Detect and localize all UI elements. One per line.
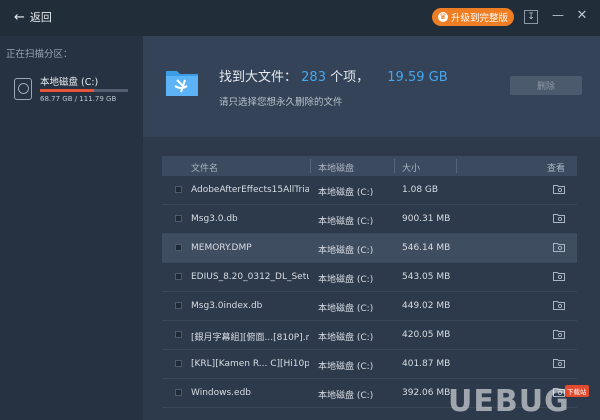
open-folder-icon[interactable]	[553, 271, 565, 281]
watermark-text: UEBUG	[448, 384, 570, 419]
back-button[interactable]: ← 返回	[14, 9, 52, 25]
upgrade-button[interactable]: ♛ 升级到完整版	[432, 8, 514, 26]
table-body: AdobeAfterEffects15AllTrial.zip 本地磁盘 (C:)…	[162, 176, 577, 408]
row-file-name: Msg3.0index.db	[191, 301, 263, 311]
row-size: 1.08 GB	[402, 185, 439, 195]
row-disk: 本地磁盘 (C:)	[318, 275, 374, 285]
found-total-size: 19.59 GB	[387, 70, 448, 85]
row-size: 900.31 MB	[402, 214, 451, 224]
header-file-name[interactable]: 文件名	[191, 161, 218, 174]
drive-name: 本地磁盘 (C:)	[40, 77, 99, 88]
open-folder-icon[interactable]	[553, 358, 565, 368]
header-view: 查看	[547, 164, 566, 174]
open-folder-icon[interactable]	[553, 242, 565, 252]
row-disk: 本地磁盘 (C:)	[318, 304, 374, 314]
upgrade-label: 升级到完整版	[450, 13, 508, 24]
row-file-name: Msg3.0.db	[191, 214, 238, 224]
arrow-left-icon: ←	[14, 9, 25, 25]
row-size: 543.05 MB	[402, 272, 451, 282]
scan-summary: 找到大文件： 283 个项， 19.59 GB 请只选择您想永久删除的文件 删除	[143, 36, 600, 137]
row-disk: 本地磁盘 (C:)	[318, 333, 374, 343]
table-row[interactable]: Msg3.0index.db 本地磁盘 (C:) 449.02 MB	[162, 292, 577, 321]
table-row[interactable]: Msg3.0.db 本地磁盘 (C:) 900.31 MB	[162, 205, 577, 234]
table-header: 文件名 本地磁盘 大小 查看	[162, 156, 577, 176]
row-disk: 本地磁盘 (C:)	[318, 391, 374, 401]
row-size: 401.87 MB	[402, 359, 451, 369]
table-row[interactable]: MEMORY.DMP 本地磁盘 (C:) 546.14 MB	[162, 234, 577, 263]
row-file-name: EDIUS_8.20_0312_DL_Setup.exe	[191, 272, 309, 282]
header-size[interactable]: 大小	[402, 161, 420, 174]
title-bar: ← 返回 ♛ 升级到完整版 ↧ — ✕	[0, 0, 600, 36]
row-size: 546.14 MB	[402, 243, 451, 253]
drive-usage-text: 68.77 GB / 111.79 GB	[40, 95, 117, 103]
row-disk: 本地磁盘 (C:)	[318, 217, 374, 227]
row-checkbox[interactable]	[175, 186, 182, 193]
found-prefix: 找到大文件：	[219, 70, 298, 85]
header-divider	[456, 159, 457, 173]
row-checkbox[interactable]	[175, 244, 182, 251]
row-size: 449.02 MB	[402, 301, 451, 311]
found-unit: 个项，	[330, 70, 370, 85]
row-size: 392.06 MB	[402, 388, 451, 398]
header-divider	[310, 159, 311, 173]
row-disk: 本地磁盘 (C:)	[318, 188, 374, 198]
scan-partition-title: 正在扫描分区：	[6, 49, 73, 60]
watermark-logo: UEBUG	[448, 384, 570, 419]
folder-broom-icon	[166, 71, 198, 96]
row-file-name: AdobeAfterEffects15AllTrial.zip	[191, 185, 309, 195]
open-folder-icon[interactable]	[553, 213, 565, 223]
row-checkbox[interactable]	[175, 215, 182, 222]
header-divider	[394, 159, 395, 173]
minimize-icon[interactable]: —	[551, 9, 565, 24]
hard-disk-icon	[14, 78, 32, 100]
open-folder-icon[interactable]	[553, 329, 565, 339]
row-checkbox[interactable]	[175, 389, 182, 396]
table-row[interactable]: AdobeAfterEffects15AllTrial.zip 本地磁盘 (C:)…	[162, 176, 577, 205]
delete-button[interactable]: 删除	[510, 76, 582, 95]
open-folder-icon[interactable]	[553, 300, 565, 310]
file-table-area: 文件名 本地磁盘 大小 查看 AdobeAfterEffects15AllTri…	[143, 137, 600, 420]
row-checkbox[interactable]	[175, 360, 182, 367]
row-checkbox[interactable]	[175, 331, 182, 338]
table-row[interactable]: EDIUS_8.20_0312_DL_Setup.exe 本地磁盘 (C:) 543…	[162, 263, 577, 292]
download-icon[interactable]: ↧	[524, 10, 538, 24]
crown-icon: ♛	[437, 12, 448, 22]
table-row[interactable]: [銀月字幕組][俯面...[810P].mp4 本地磁盘 (C:) 420.05 M…	[162, 321, 577, 350]
file-table: 文件名 本地磁盘 大小 查看 AdobeAfterEffects15AllTri…	[162, 156, 577, 420]
drive-usage-fill	[40, 89, 95, 92]
row-checkbox[interactable]	[175, 302, 182, 309]
close-icon[interactable]: ✕	[575, 9, 589, 24]
found-result: 找到大文件： 283 个项， 19.59 GB	[219, 66, 448, 85]
row-file-name: MEMORY.DMP	[191, 243, 252, 253]
drive-item-c[interactable]: 本地磁盘 (C:) 68.77 GB / 111.79 GB	[14, 74, 132, 110]
row-file-name: [銀月字幕組][俯面...[810P].mp4	[191, 333, 309, 343]
watermark-badge: 下载站	[565, 385, 589, 397]
drive-usage-bar	[40, 89, 128, 92]
row-disk: 本地磁盘 (C:)	[318, 246, 374, 256]
table-row[interactable]: [KRL][Kamen R... C][Hi10p].mp4 本地磁盘 (C:) 4…	[162, 350, 577, 379]
row-file-name: Windows.edb	[191, 388, 251, 398]
row-checkbox[interactable]	[175, 273, 182, 280]
found-count: 283	[301, 70, 326, 85]
open-folder-icon[interactable]	[553, 184, 565, 194]
selection-hint: 请只选择您想永久删除的文件	[219, 97, 343, 108]
row-file-name: [KRL][Kamen R... C][Hi10p].mp4	[191, 359, 309, 369]
sidebar: 正在扫描分区： 本地磁盘 (C:) 68.77 GB / 111.79 GB	[0, 36, 143, 420]
row-disk: 本地磁盘 (C:)	[318, 362, 374, 372]
row-size: 420.05 MB	[402, 330, 451, 340]
back-label: 返回	[29, 11, 52, 24]
header-disk[interactable]: 本地磁盘	[318, 161, 354, 174]
